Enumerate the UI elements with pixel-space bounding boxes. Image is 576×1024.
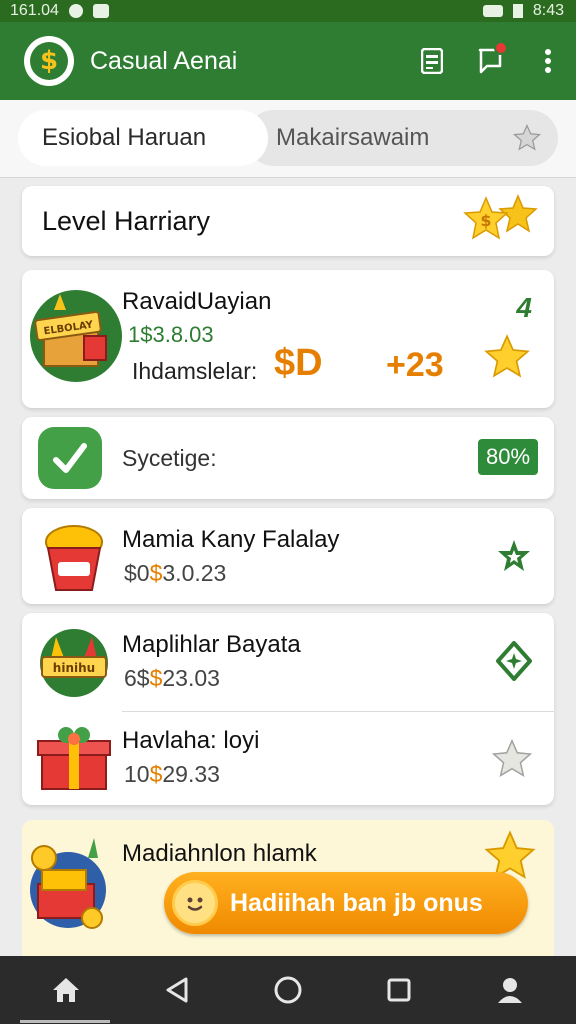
gold-star-icon[interactable]: [482, 332, 532, 387]
chat-notification-icon[interactable]: [478, 41, 508, 75]
profile-icon[interactable]: [485, 965, 535, 1015]
item-price-rest: 29.33: [162, 761, 220, 787]
badge-ticket-label: hinihu: [53, 661, 95, 675]
gift-box-icon: [36, 719, 112, 795]
tab-secondary[interactable]: Makairsawaim: [246, 110, 558, 166]
home-circle-icon[interactable]: [263, 965, 313, 1015]
list-item[interactable]: Havlaha: loyi 10$29.33: [22, 709, 554, 805]
item-price-dollar: $: [149, 560, 163, 586]
tab-primary-label: Esiobal Haruan: [42, 124, 207, 151]
badge-ticket-icon: hinihu: [36, 623, 112, 699]
status-time-right: 8:43: [532, 2, 564, 19]
smiley-icon: [172, 880, 218, 926]
list-item[interactable]: Mamia Kany Falalay $0$3.0.23: [22, 508, 554, 604]
treasure-icon: [28, 834, 108, 930]
back-icon[interactable]: [152, 965, 202, 1015]
message-icon: [92, 4, 109, 18]
sync-percent-badge: 80%: [478, 439, 538, 475]
item-price-prefix: 6$: [124, 665, 150, 691]
reward-name: RavaidUayian: [122, 288, 272, 315]
status-time-left: 161.04: [10, 2, 59, 19]
sync-label: Sycetige:: [122, 445, 217, 471]
item-price-dollar: $: [149, 761, 163, 787]
receipt-icon[interactable]: [420, 47, 444, 75]
star-outline-icon[interactable]: [512, 123, 542, 160]
sync-card[interactable]: Sycetige: 80%: [22, 417, 554, 499]
diamond-icon[interactable]: [494, 641, 534, 686]
reward-plus-value: +23: [386, 346, 444, 384]
reward-amount: 1$3.8.03: [128, 322, 214, 347]
reward-box-icon: ELBOLAY: [30, 290, 122, 382]
reward-sub-label: Ihdamslelar:: [132, 358, 258, 384]
promo-card: Madiahnlon hlamk Hadiihah ban jb onus: [22, 820, 554, 956]
item-price-prefix: 10: [124, 761, 150, 787]
item-price-dollar: $: [149, 665, 163, 691]
level-title: Level Harriary: [42, 205, 211, 236]
home-icon[interactable]: [41, 965, 91, 1015]
notification-badge: [494, 41, 508, 55]
star-badge-icon[interactable]: [494, 536, 534, 581]
claim-bonus-label: Hadiihah ban jb onus: [230, 888, 483, 917]
app-bar: $ Casual Aenai: [0, 22, 576, 100]
item-price-rest: 3.0.23: [162, 560, 227, 586]
status-bar: 161.04 8:43: [0, 0, 576, 22]
item-price: 6$$23.03: [124, 665, 220, 692]
level-card[interactable]: Level Harriary $: [22, 186, 554, 256]
item-name: Mamia Kany Falalay: [122, 526, 340, 553]
popcorn-bucket-icon: [36, 518, 112, 594]
claim-bonus-button[interactable]: Hadiihah ban jb onus: [164, 872, 528, 934]
item-price-rest: 23.03: [162, 665, 220, 691]
item-card-group: hinihu Maplihlar Bayata 6$$23.03 Havlaha…: [22, 613, 554, 805]
item-price: $0$3.0.23: [124, 560, 226, 587]
reward-big-value: $D: [274, 342, 323, 384]
reward-card[interactable]: ELBOLAY RavaidUayian 1$3.8.03 Ihdamslela…: [22, 270, 554, 408]
more-vert-icon[interactable]: [536, 47, 560, 75]
active-indicator: [20, 1020, 110, 1023]
item-name: Havlaha: loyi: [122, 727, 260, 754]
app-title: Casual Aenai: [90, 46, 238, 75]
app-logo: $: [24, 36, 74, 86]
signal-icon: [482, 5, 503, 17]
reward-tag: 4: [516, 292, 532, 323]
recents-icon[interactable]: [374, 965, 424, 1015]
tab-bar: Makairsawaim Esiobal Haruan: [0, 100, 576, 178]
svg-text:$: $: [480, 211, 491, 230]
notification-icon: [68, 4, 83, 18]
item-card[interactable]: Mamia Kany Falalay $0$3.0.23: [22, 508, 554, 604]
tab-secondary-label: Makairsawaim: [276, 124, 430, 151]
gold-stars-icon: $: [456, 190, 546, 257]
item-name: Maplihlar Bayata: [122, 631, 301, 658]
item-price-prefix: $0: [124, 560, 150, 586]
promo-title: Madiahnlon hlamk: [122, 840, 317, 867]
app-logo-glyph: $: [30, 42, 68, 80]
battery-icon: [512, 4, 523, 18]
tab-primary[interactable]: Esiobal Haruan: [18, 110, 268, 166]
system-nav-bar: [0, 956, 576, 1024]
star-outline-icon[interactable]: [490, 737, 534, 786]
check-icon: [38, 427, 102, 489]
list-item[interactable]: hinihu Maplihlar Bayata 6$$23.03: [22, 613, 554, 709]
item-price: 10$29.33: [124, 761, 220, 788]
